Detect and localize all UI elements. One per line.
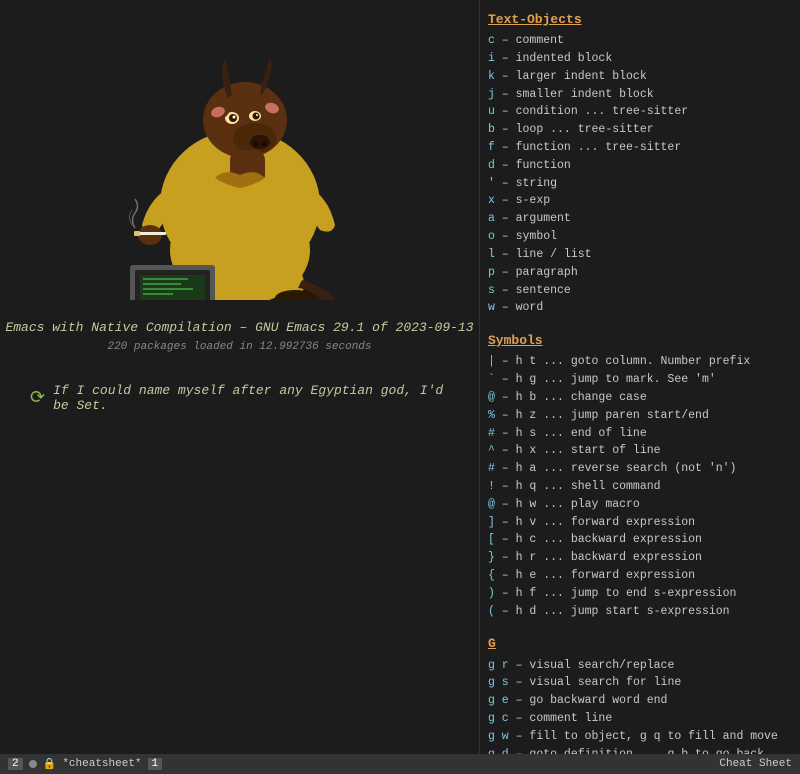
key-item: g e – go backward word end bbox=[488, 692, 792, 710]
key-item: g r – visual search/replace bbox=[488, 657, 792, 675]
gnu-image bbox=[70, 20, 410, 300]
key-item: w – word bbox=[488, 299, 792, 317]
reload-icon: ⟳ bbox=[30, 387, 45, 409]
key-item: k – larger indent block bbox=[488, 68, 792, 86]
key-item: u – condition ... tree-sitter bbox=[488, 103, 792, 121]
key-item: # – h a ... reverse search (not 'n') bbox=[488, 460, 792, 478]
key-item: a – argument bbox=[488, 210, 792, 228]
key-item: c – comment bbox=[488, 32, 792, 50]
status-lock-icon: 🔒 bbox=[43, 757, 57, 771]
key-item: ^ – h x ... start of line bbox=[488, 442, 792, 460]
key-item: { – h e ... forward expression bbox=[488, 567, 792, 585]
key-item: l – line / list bbox=[488, 246, 792, 264]
right-panel[interactable]: Text-Objects c – comment i – indented bl… bbox=[480, 0, 800, 754]
g-title: G bbox=[488, 634, 792, 654]
status-filename: *cheatsheet* bbox=[62, 758, 141, 770]
text-objects-title: Text-Objects bbox=[488, 10, 792, 30]
text-objects-list: c – comment i – indented block k – large… bbox=[488, 32, 792, 317]
key-item: @ – h w ... play macro bbox=[488, 496, 792, 514]
key-item: ] – h v ... forward expression bbox=[488, 514, 792, 532]
quote-text: If I could name myself after any Egyptia… bbox=[53, 383, 449, 413]
key-item: ( – h d ... jump start s-expression bbox=[488, 603, 792, 621]
key-item: s – sentence bbox=[488, 282, 792, 300]
key-item: d – function bbox=[488, 157, 792, 175]
g-list: g r – visual search/replace g s – visual… bbox=[488, 657, 792, 754]
key-item: [ – h c ... backward expression bbox=[488, 531, 792, 549]
key-item: ' – string bbox=[488, 175, 792, 193]
left-panel: Emacs with Native Compilation – GNU Emac… bbox=[0, 0, 480, 774]
key-item: o – symbol bbox=[488, 228, 792, 246]
key-item: ! – h q ... shell command bbox=[488, 478, 792, 496]
status-dot bbox=[29, 760, 37, 768]
status-num: 2 bbox=[8, 758, 23, 770]
key-item: ` – h g ... jump to mark. See 'm' bbox=[488, 371, 792, 389]
status-num2: 1 bbox=[148, 758, 163, 770]
packages-loaded: 220 packages loaded in 12.992736 seconds bbox=[107, 341, 371, 353]
key-item: g d – goto definition ... g b to go back bbox=[488, 746, 792, 754]
key-item: x – s-exp bbox=[488, 192, 792, 210]
key-item: f – function ... tree-sitter bbox=[488, 139, 792, 157]
key-item: i – indented block bbox=[488, 50, 792, 68]
symbols-list: | – h t ... goto column. Number prefix `… bbox=[488, 353, 792, 620]
key-item: b – loop ... tree-sitter bbox=[488, 121, 792, 139]
key-item: p – paragraph bbox=[488, 264, 792, 282]
emacs-title: Emacs with Native Compilation – GNU Emac… bbox=[5, 320, 473, 335]
key-item: g w – fill to object, g q to fill and mo… bbox=[488, 728, 792, 746]
key-item: | – h t ... goto column. Number prefix bbox=[488, 353, 792, 371]
key-item: ) – h f ... jump to end s-expression bbox=[488, 585, 792, 603]
key-item: g s – visual search for line bbox=[488, 674, 792, 692]
key-item: # – h s ... end of line bbox=[488, 425, 792, 443]
key-item: % – h z ... jump paren start/end bbox=[488, 407, 792, 425]
key-item: @ – h b ... change case bbox=[488, 389, 792, 407]
status-right: Cheat Sheet bbox=[719, 758, 792, 770]
status-bar: 2 🔒 *cheatsheet* 1 Cheat Sheet bbox=[0, 754, 800, 774]
key-item: } – h r ... backward expression bbox=[488, 549, 792, 567]
symbols-title: Symbols bbox=[488, 331, 792, 351]
key-item: j – smaller indent block bbox=[488, 86, 792, 104]
quote-line: ⟳ If I could name myself after any Egypt… bbox=[0, 383, 479, 413]
key-item: g c – comment line bbox=[488, 710, 792, 728]
